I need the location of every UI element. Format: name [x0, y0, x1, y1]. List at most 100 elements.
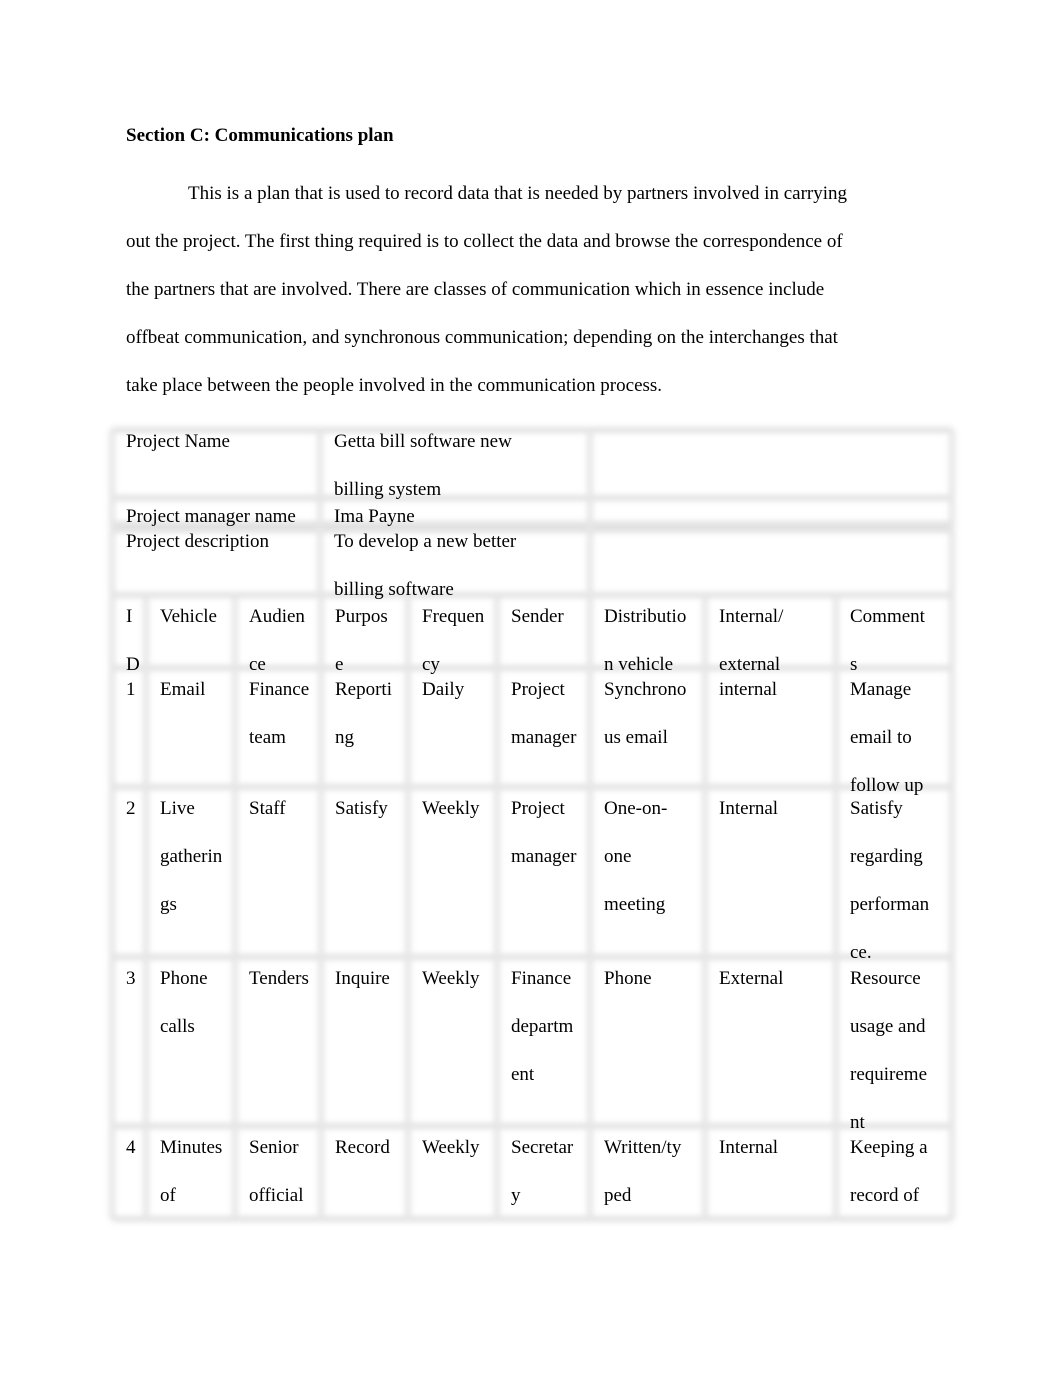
cell-text: Frequen — [422, 606, 485, 627]
table-cell: 2 — [112, 781, 146, 833]
cell-text: Audien — [249, 606, 305, 627]
cell-text: departm — [511, 1016, 574, 1037]
table-cell: Synchrono us email — [590, 662, 705, 762]
cell-text: Vehicle — [160, 606, 217, 627]
cell-text: calls — [160, 1016, 195, 1037]
cell-text: regarding — [850, 846, 923, 867]
table-cell: Internal — [705, 1120, 836, 1172]
table-cell: Weekly — [408, 1120, 497, 1172]
cell-text: Weekly — [422, 968, 480, 989]
table-cell: Email — [146, 662, 235, 714]
column-header: Sender — [497, 589, 590, 641]
table-cell: Minutes of — [146, 1120, 235, 1220]
cell-text: Finance — [249, 679, 310, 700]
table-cell: Keeping a record of — [836, 1120, 952, 1220]
table-cell: Secretar y — [497, 1120, 590, 1220]
cell-text: Daily — [422, 679, 465, 700]
table-cell: Phone — [590, 951, 705, 1003]
cell-text: Reporti — [335, 679, 392, 700]
table-cell: External — [705, 951, 836, 1003]
cell-text: manager — [511, 846, 577, 867]
cell-text: Satisfy — [335, 798, 388, 819]
project-info-label: Project description — [112, 526, 320, 554]
value-text: billing system — [334, 479, 442, 500]
table-cell: Written/ty ped — [590, 1120, 705, 1220]
cell-text: one — [604, 846, 632, 867]
cell-text: Distributio — [604, 606, 687, 627]
intro-paragraph: This is a plan that is used to record da… — [126, 170, 926, 410]
cell-text: y — [511, 1185, 521, 1206]
table-cell: Daily — [408, 662, 497, 714]
cell-text: official — [249, 1185, 304, 1206]
cell-text: usage and — [850, 1016, 926, 1037]
cell-text: Keeping a — [850, 1137, 928, 1158]
cell-text: gatherin — [160, 846, 223, 867]
cell-text: internal — [719, 679, 778, 700]
table-cell: 4 — [112, 1120, 146, 1172]
project-info-label: Project Name — [112, 426, 320, 454]
empty-cell — [590, 501, 952, 526]
cell-text: email to — [850, 727, 912, 748]
paragraph-line: out the project. The first thing require… — [126, 231, 843, 252]
project-info-value: Getta bill software new billing system — [320, 426, 590, 502]
label-text: Project Name — [126, 431, 230, 452]
cell-text: Tenders — [249, 968, 309, 989]
project-info-label: Project manager name — [112, 501, 320, 529]
cell-text: Minutes — [160, 1137, 223, 1158]
table-cell: Resource usage and requireme nt — [836, 951, 952, 1147]
cell-text: 1 — [126, 679, 136, 700]
table-cell: Weekly — [408, 951, 497, 1003]
cell-text: Project — [511, 798, 565, 819]
table-cell: Finance team — [235, 662, 321, 762]
cell-text: Secretar — [511, 1137, 574, 1158]
cell-text: Record — [335, 1137, 390, 1158]
cell-text: Weekly — [422, 798, 480, 819]
cell-text: Sender — [511, 606, 564, 627]
cell-text: Staff — [249, 798, 286, 819]
table-cell: Finance departm ent — [497, 951, 590, 1099]
document-page: Section C: Communications plan This is a… — [0, 0, 1062, 1376]
cell-text: Inquire — [335, 968, 390, 989]
cell-text: I — [126, 606, 133, 627]
table-cell: Staff — [235, 781, 321, 833]
cell-text: Live — [160, 798, 195, 819]
cell-text: Phone — [604, 968, 652, 989]
cell-text: gs — [160, 894, 177, 915]
cell-text: record of — [850, 1185, 920, 1206]
table-cell: Project manager — [497, 662, 590, 762]
cell-text: Internal — [719, 1137, 779, 1158]
cell-text: ng — [335, 727, 354, 748]
value-text: To develop a new better — [334, 531, 517, 552]
table-cell: internal — [705, 662, 836, 714]
cell-text: Project — [511, 679, 565, 700]
paragraph-line: offbeat communication, and synchronous c… — [126, 327, 838, 348]
cell-text: 3 — [126, 968, 136, 989]
paragraph-line: This is a plan that is used to record da… — [188, 183, 848, 204]
value-text: Getta bill software new — [334, 431, 512, 452]
table-cell: Inquire — [321, 951, 408, 1003]
table-cell: Tenders — [235, 951, 321, 1003]
label-text: Project description — [126, 531, 269, 552]
paragraph-line: the partners that are involved. There ar… — [126, 279, 825, 300]
cell-text: performan — [850, 894, 930, 915]
cell-text: Resource — [850, 968, 921, 989]
table-cell: Record — [321, 1120, 408, 1172]
cell-text: 4 — [126, 1137, 136, 1158]
table-cell: Satisfy — [321, 781, 408, 833]
table-cell: Satisfy regarding performan ce. — [836, 781, 952, 977]
cell-text: meeting — [604, 894, 666, 915]
cell-text: us email — [604, 727, 668, 748]
table-cell: 3 — [112, 951, 146, 1003]
cell-text: Synchrono — [604, 679, 687, 700]
cell-text: Weekly — [422, 1137, 480, 1158]
table-cell: 1 — [112, 662, 146, 714]
cell-text: Purpos — [335, 606, 388, 627]
cell-text: Written/ty — [604, 1137, 682, 1158]
cell-text: Comment — [850, 606, 925, 627]
cell-text: Senior — [249, 1137, 299, 1158]
table-cell: Reporti ng — [321, 662, 408, 762]
column-header: Vehicle — [146, 589, 235, 641]
paragraph-line: take place between the people involved i… — [126, 375, 663, 396]
cell-text: Internal/ — [719, 606, 784, 627]
cell-text: ped — [604, 1185, 632, 1206]
